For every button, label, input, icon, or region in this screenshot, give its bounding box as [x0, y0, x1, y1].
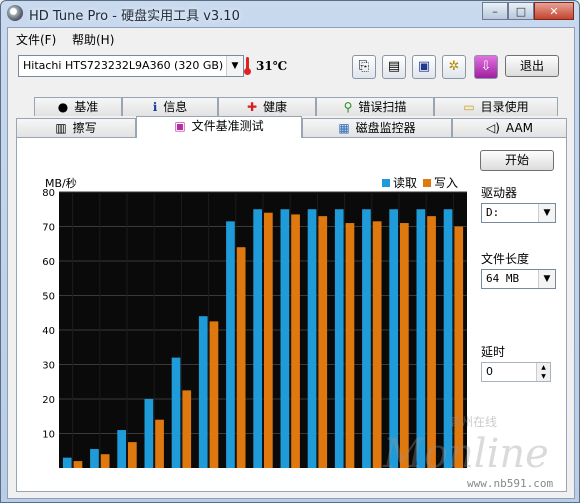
- y-tick-80: 80: [42, 188, 55, 199]
- start-button[interactable]: 开始: [480, 150, 554, 171]
- write-bar-64: [264, 212, 273, 468]
- window-title: HD Tune Pro - 硬盘实用工具 v3.10: [29, 9, 240, 24]
- watermark-chinese: 高州在线: [449, 415, 498, 429]
- file-length-value: 64 MB: [486, 272, 520, 285]
- file-benchmark-icon: ▣: [174, 119, 186, 133]
- read-bar-8: [171, 357, 181, 468]
- tab-folder-usage[interactable]: ▭ 目录使用: [434, 97, 558, 116]
- temperature-readout: 31℃: [256, 59, 288, 73]
- maximize-button[interactable]: □: [508, 2, 534, 20]
- write-bar-32: [236, 247, 246, 468]
- health-icon: ✚: [246, 100, 258, 114]
- write-bar-2048: [400, 223, 409, 468]
- tab-error-scan[interactable]: ⚲ 错误扫描: [316, 97, 434, 116]
- write-bar-1: [100, 454, 110, 468]
- y-tick-40: 40: [42, 326, 55, 337]
- spin-up-icon[interactable]: ▲: [536, 363, 550, 372]
- thermometer-bulb-icon: [244, 68, 251, 75]
- legend-label-1: 写入: [434, 176, 458, 190]
- error-scan-icon: ⚲: [343, 100, 353, 114]
- tab-benchmark[interactable]: ● 基准: [34, 97, 122, 116]
- delay-value: 0: [486, 365, 493, 378]
- drive-label: 驱动器: [481, 186, 518, 200]
- minimize-button[interactable]: –: [482, 2, 508, 20]
- write-bar-0.5: [73, 461, 83, 468]
- watermark-url: www.nb591.com: [467, 477, 554, 490]
- chevron-down-icon[interactable]: ▼: [538, 204, 555, 222]
- write-bar-256: [318, 216, 328, 468]
- benchmark-icon: ●: [57, 100, 69, 114]
- disk-monitor-icon: ▦: [338, 121, 350, 135]
- file-benchmark-panel: MB/秒读取写入10203040506070800.51248163264128…: [16, 137, 567, 492]
- legend-label-0: 读取: [393, 176, 417, 190]
- benchmark-chart: MB/秒读取写入10203040506070800.51248163264128…: [42, 176, 467, 468]
- close-button[interactable]: ✕: [534, 2, 574, 20]
- y-tick-50: 50: [42, 292, 55, 303]
- write-bar-8192: [454, 226, 464, 468]
- read-bar-256: [307, 209, 317, 468]
- read-bar-1024: [362, 209, 371, 468]
- y-tick-60: 60: [42, 257, 55, 268]
- write-bar-128: [291, 214, 300, 468]
- menu-file[interactable]: 文件(F): [16, 31, 56, 48]
- file-length-select[interactable]: 64 MB ▼: [481, 269, 556, 289]
- read-bar-128: [280, 209, 290, 468]
- download-icon[interactable]: ⇩: [474, 55, 498, 79]
- tab-file-benchmark[interactable]: ▣ 文件基准测试: [136, 116, 302, 138]
- y-tick-10: 10: [42, 430, 55, 441]
- read-bar-64: [253, 209, 262, 468]
- file-length-label: 文件长度: [481, 252, 530, 266]
- drive-select[interactable]: Hitachi HTS723232L9A360 (320 GB) ▼: [18, 55, 244, 77]
- exit-button[interactable]: 退出: [505, 55, 559, 77]
- write-bar-1024: [372, 221, 382, 468]
- copy-screenshot-icon[interactable]: ▤: [382, 55, 406, 79]
- read-bar-2048: [389, 209, 398, 468]
- options-icon[interactable]: ✲: [442, 55, 466, 79]
- read-bar-16: [198, 316, 208, 468]
- menu-bar: 文件(F) 帮助(H): [8, 28, 574, 48]
- write-bar-2: [128, 442, 137, 468]
- menu-help[interactable]: 帮助(H): [72, 31, 114, 48]
- title-bar[interactable]: HD Tune Pro - 硬盘实用工具 v3.10 – □ ✕: [1, 1, 579, 25]
- read-bar-4096: [416, 209, 426, 468]
- chevron-down-icon[interactable]: ▼: [226, 56, 243, 76]
- speaker-icon: ◁): [485, 121, 500, 135]
- delay-stepper[interactable]: 0 ▲ ▼: [481, 362, 551, 382]
- chevron-down-icon[interactable]: ▼: [538, 270, 555, 288]
- y-tick-30: 30: [42, 361, 55, 372]
- tab-health[interactable]: ✚ 健康: [218, 97, 316, 116]
- write-bar-512: [345, 223, 355, 468]
- info-icon: ℹ: [152, 100, 158, 114]
- delay-label: 延时: [481, 345, 506, 359]
- drive-select-value: Hitachi HTS723232L9A360 (320 GB): [23, 59, 224, 72]
- read-bar-32: [226, 221, 235, 468]
- read-bar-4: [144, 399, 154, 468]
- app-window: HD Tune Pro - 硬盘实用工具 v3.10 – □ ✕ 文件(F) 帮…: [0, 0, 580, 503]
- y-tick-70: 70: [42, 223, 55, 234]
- tab-erase[interactable]: ▥ 擦写: [16, 118, 136, 137]
- copy-info-icon[interactable]: ⎘: [352, 55, 376, 79]
- drive-letter-value: D:: [486, 206, 500, 219]
- tab-info[interactable]: ℹ 信息: [122, 97, 218, 116]
- app-disk-icon: [7, 5, 23, 21]
- read-bar-0.5: [62, 457, 72, 468]
- tab-aam[interactable]: ◁) AAM: [452, 118, 567, 137]
- legend-swatch-1: [423, 179, 431, 187]
- write-bar-4: [155, 419, 164, 468]
- folder-icon: ▭: [463, 100, 475, 114]
- legend-swatch-0: [382, 179, 390, 187]
- save-icon[interactable]: ▣: [412, 55, 436, 79]
- erase-icon: ▥: [55, 121, 67, 135]
- write-bar-8: [182, 390, 192, 468]
- spin-down-icon[interactable]: ▼: [536, 372, 550, 381]
- tab-disk-monitor[interactable]: ▦ 磁盘监控器: [302, 118, 452, 137]
- drive-letter-select[interactable]: D: ▼: [481, 203, 556, 223]
- read-bar-512: [334, 209, 344, 468]
- write-bar-4096: [427, 216, 436, 468]
- y-tick-20: 20: [42, 395, 55, 406]
- write-bar-16: [209, 321, 219, 468]
- read-bar-2: [117, 430, 126, 468]
- read-bar-1: [90, 449, 99, 468]
